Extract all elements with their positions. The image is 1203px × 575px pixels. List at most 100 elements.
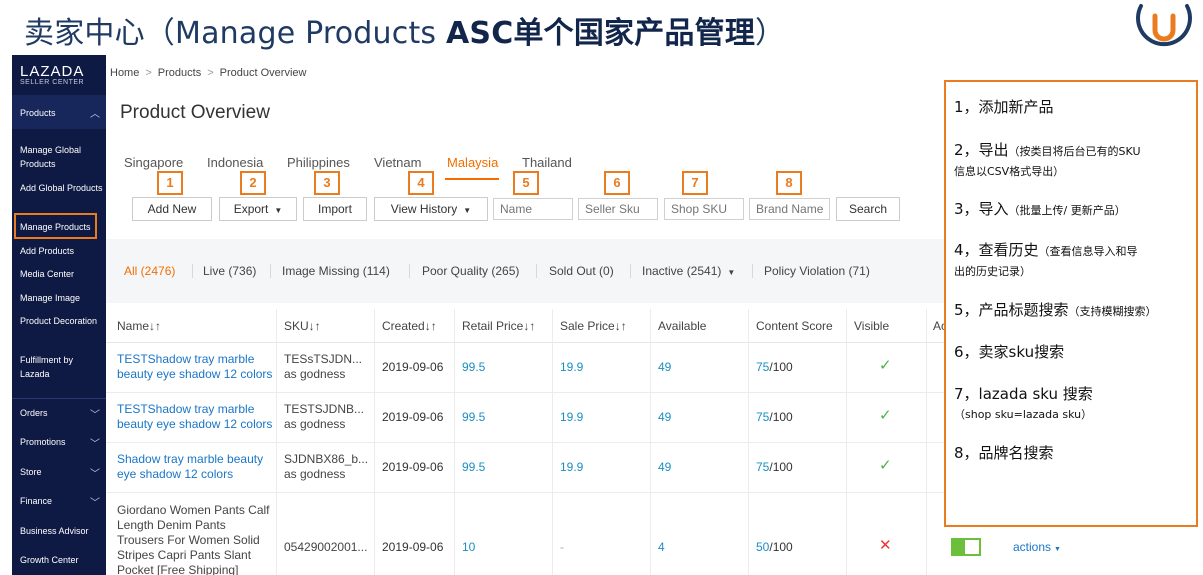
available-value[interactable]: 49	[658, 360, 671, 375]
filter-sold-out[interactable]: Sold Out (0)	[549, 264, 614, 278]
score-total: /100	[769, 460, 793, 474]
annotation-main: 4，查看历史	[954, 241, 1039, 259]
chevron-down-icon: ﹀	[90, 439, 100, 450]
tab-philippines[interactable]: Philippines	[287, 155, 350, 170]
callout-1: 1	[157, 171, 183, 195]
available-value[interactable]: 49	[658, 460, 671, 475]
retail-price-value[interactable]: 99.5	[462, 460, 485, 475]
retail-price-value[interactable]: 99.5	[462, 410, 485, 425]
export-button[interactable]: Export ▼	[219, 197, 297, 221]
annotation-note: （批量上传/ 更新产品）	[1008, 204, 1126, 217]
column-created[interactable]: Created↓↑	[382, 319, 437, 333]
sidebar-item-manage-image[interactable]: Manage Image	[20, 291, 104, 305]
score-value[interactable]: 75	[756, 360, 769, 374]
caret-down-icon: ▼	[1054, 546, 1061, 553]
product-name-line: Stripes Capri Pants Slant	[117, 548, 252, 562]
column-name[interactable]: Name↓↑	[117, 319, 161, 333]
score-total: /100	[769, 360, 793, 374]
breadcrumb-current: Product Overview	[219, 67, 307, 79]
product-name-line: beauty eye shadow 12 colors	[117, 417, 273, 431]
callout-3: 3	[314, 171, 340, 195]
sidebar-item-add-products[interactable]: Add Products	[20, 244, 104, 258]
product-name-line: beauty eye shadow 12 colors	[117, 367, 273, 381]
sidebar-item-add-global-products[interactable]: Add Global Products	[20, 181, 104, 195]
breadcrumb-home[interactable]: Home	[110, 67, 139, 79]
column-retail-price[interactable]: Retail Price↓↑	[462, 319, 535, 333]
brand-logo-icon	[1136, 4, 1192, 47]
available-value[interactable]: 49	[658, 410, 671, 425]
product-name-link[interactable]: TESTShadow tray marble beauty eye shadow …	[117, 402, 272, 432]
score-value[interactable]: 75	[756, 410, 769, 424]
tab-vietnam[interactable]: Vietnam	[374, 155, 421, 170]
actions-label: actions	[1013, 540, 1052, 554]
filter-all[interactable]: All (2476)	[124, 264, 175, 278]
sale-price-value[interactable]: -	[560, 540, 564, 555]
callout-8: 8	[776, 171, 802, 195]
filter-inactive[interactable]: Inactive (2541) ▼	[642, 264, 735, 278]
product-name-text[interactable]: Giordano Women Pants Calf Length Denim Pa…	[117, 503, 270, 575]
filter-policy-violation[interactable]: Policy Violation (71)	[764, 264, 870, 278]
actions-dropdown[interactable]: actions ▼	[1013, 540, 1061, 557]
score-value[interactable]: 75	[756, 460, 769, 474]
sale-price-value[interactable]: 19.9	[560, 360, 583, 375]
sidebar-section-products[interactable]: Products ︿	[12, 95, 106, 129]
active-item-highlight	[14, 213, 97, 239]
annotation-2: 2，导出（按类目将后台已有的SKU 信息以CSV格式导出）	[954, 141, 1141, 181]
product-name-line: Trousers For Women Solid	[117, 533, 260, 547]
sidebar-item-product-decoration[interactable]: Product Decoration	[20, 314, 104, 328]
add-new-button[interactable]: Add New	[132, 197, 212, 221]
tab-singapore[interactable]: Singapore	[124, 155, 183, 170]
sale-price-value[interactable]: 19.9	[560, 460, 583, 475]
sidebar-menu-growth-center[interactable]: Growth Center	[20, 553, 104, 567]
sidebar-menu-business-advisor[interactable]: Business Advisor	[20, 524, 104, 538]
column-sku[interactable]: SKU↓↑	[284, 319, 321, 333]
filter-divider	[536, 264, 537, 278]
product-name-line: Shadow tray marble beauty	[117, 452, 264, 466]
content-score: 75/100	[756, 410, 793, 425]
shop-sku-input[interactable]	[664, 198, 744, 220]
sale-price-value[interactable]: 19.9	[560, 410, 583, 425]
search-button[interactable]: Search	[836, 197, 900, 221]
sku-value: TESTSJDNB...	[284, 402, 365, 416]
retail-price-value[interactable]: 99.5	[462, 360, 485, 375]
seller-sku-input[interactable]	[578, 198, 658, 220]
breadcrumb-products[interactable]: Products	[158, 67, 201, 79]
available-value[interactable]: 4	[658, 540, 665, 555]
annotation-note: （查看信息导入和导	[1038, 245, 1138, 258]
export-label: Export	[233, 202, 269, 216]
filter-poor-quality[interactable]: Poor Quality (265)	[422, 264, 519, 278]
score-total: /100	[769, 540, 793, 554]
product-name-link[interactable]: TESTShadow tray marble beauty eye shadow …	[117, 352, 272, 382]
sidebar-item-media-center[interactable]: Media Center	[20, 267, 104, 281]
annotation-8: 8，品牌名搜索	[954, 444, 1054, 463]
annotation-note: 信息以CSV格式导出）	[954, 165, 1065, 178]
tab-malaysia[interactable]: Malaysia	[447, 155, 498, 170]
filter-divider	[409, 264, 410, 278]
callout-6: 6	[604, 171, 630, 195]
sidebar-item-fulfillment[interactable]: Fulfillment by Lazada	[20, 353, 104, 381]
active-toggle[interactable]	[951, 538, 981, 556]
name-search-input[interactable]	[493, 198, 573, 220]
annotation-note: （支持模糊搜索）	[1068, 305, 1157, 318]
content-score: 50/100	[756, 540, 793, 555]
column-sale-price[interactable]: Sale Price↓↑	[560, 319, 627, 333]
sidebar-item-manage-global-products[interactable]: Manage Global Products	[20, 143, 104, 171]
product-name-line: Giordano Women Pants Calf	[117, 503, 270, 517]
tab-thailand[interactable]: Thailand	[522, 155, 572, 170]
brand-name-input[interactable]	[749, 198, 830, 220]
filter-image-missing[interactable]: Image Missing (114)	[282, 264, 390, 278]
product-name-line: TESTShadow tray marble	[117, 402, 255, 416]
filter-live[interactable]: Live (736)	[203, 264, 256, 278]
filter-inactive-label: Inactive (2541)	[642, 264, 722, 278]
product-name-line: eye shadow 12 colors	[117, 467, 234, 481]
breadcrumb-separator: >	[207, 67, 214, 79]
score-value[interactable]: 50	[756, 540, 769, 554]
product-name-line: Pocket [Free Shipping]	[117, 563, 239, 575]
product-name-link[interactable]: Shadow tray marble beauty eye shadow 12 c…	[117, 452, 263, 482]
import-button[interactable]: Import	[303, 197, 367, 221]
view-history-button[interactable]: View History ▼	[374, 197, 488, 221]
retail-price-value[interactable]: 10	[462, 540, 475, 555]
annotation-note: 出的历史记录）	[954, 265, 1031, 278]
tab-indonesia[interactable]: Indonesia	[207, 155, 263, 170]
annotation-main: 7，lazada sku 搜索	[954, 385, 1093, 403]
